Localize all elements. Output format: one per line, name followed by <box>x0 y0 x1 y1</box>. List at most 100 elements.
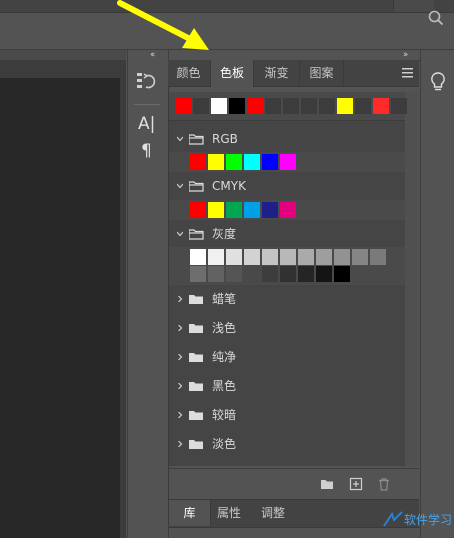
folder-open-icon <box>189 134 204 145</box>
swatch-group-label: 浅色 <box>212 321 237 335</box>
tab-patterns[interactable]: 图案 <box>299 60 344 86</box>
grayscale-swatch[interactable] <box>262 266 278 282</box>
chevron-right-icon[interactable] <box>177 296 183 302</box>
swatch-group-collapsed[interactable]: 较暗 <box>169 401 405 429</box>
tab-color[interactable]: 颜色 <box>168 60 209 86</box>
rgb-swatch[interactable] <box>208 154 224 170</box>
rgb-swatch[interactable] <box>226 154 242 170</box>
cmyk-swatch[interactable] <box>262 202 278 218</box>
cmyk-swatch[interactable] <box>226 202 242 218</box>
grayscale-swatch[interactable] <box>226 249 242 265</box>
chevron-right-icon[interactable] <box>177 412 183 418</box>
recent-swatch[interactable] <box>265 98 281 114</box>
chevron-right-icon[interactable] <box>177 441 183 447</box>
cmyk-swatch[interactable] <box>280 202 296 218</box>
recent-swatch[interactable] <box>301 98 317 114</box>
recent-swatch[interactable] <box>283 98 299 114</box>
recent-swatch[interactable] <box>247 98 263 114</box>
history-icon[interactable] <box>136 70 158 92</box>
chevron-down-icon[interactable] <box>177 136 183 142</box>
grayscale-swatch[interactable] <box>298 249 314 265</box>
rgb-swatch[interactable] <box>244 154 260 170</box>
tab-swatches[interactable]: 色板 <box>210 60 254 87</box>
chevron-right-icon[interactable] <box>177 383 183 389</box>
chevron-right-icon[interactable] <box>177 354 183 360</box>
swatch-group-label: 黑色 <box>212 379 237 393</box>
tab-gradients[interactable]: 渐变 <box>255 60 298 86</box>
folder-icon[interactable] <box>320 477 334 491</box>
dock-divider <box>134 104 160 105</box>
swatch-group-label: 较暗 <box>212 408 237 422</box>
tab-properties[interactable]: 属性 <box>211 500 247 526</box>
scrollbar[interactable] <box>405 92 418 466</box>
grayscale-swatch[interactable] <box>334 266 350 282</box>
folder-icon <box>189 411 203 420</box>
grayscale-swatch[interactable] <box>280 249 296 265</box>
swatch-group-label: 淡色 <box>212 437 237 451</box>
recent-swatch[interactable] <box>337 98 353 114</box>
recent-swatch[interactable] <box>373 98 389 114</box>
recent-swatch[interactable] <box>229 98 245 114</box>
swatch-group-collapsed[interactable]: 黑色 <box>169 372 405 400</box>
recent-swatch[interactable] <box>175 98 191 114</box>
recent-swatch[interactable] <box>211 98 227 114</box>
grayscale-swatch[interactable] <box>190 249 206 265</box>
grayscale-swatch[interactable] <box>244 266 260 282</box>
swatch-group-grayscale[interactable]: 灰度 <box>169 220 405 248</box>
swatch-group-label: CMYK <box>212 179 246 193</box>
folder-icon <box>189 353 203 362</box>
options-bar <box>0 13 454 50</box>
grayscale-swatch[interactable] <box>208 266 224 282</box>
title-bar <box>0 0 454 13</box>
folder-icon <box>189 324 203 333</box>
recent-swatch[interactable] <box>319 98 335 114</box>
swatch-group-cmyk[interactable]: CMYK <box>169 172 405 200</box>
search-icon[interactable] <box>428 10 444 26</box>
cmyk-swatch[interactable] <box>244 202 260 218</box>
grayscale-swatch[interactable] <box>334 249 350 265</box>
chevron-down-icon[interactable] <box>177 183 183 189</box>
recent-swatch[interactable] <box>391 98 407 114</box>
chevron-down-icon[interactable] <box>177 231 183 237</box>
grayscale-swatch[interactable] <box>352 249 368 265</box>
hamburger-menu-icon[interactable] <box>402 68 413 78</box>
folder-icon <box>189 295 203 304</box>
grayscale-swatch[interactable] <box>244 249 260 265</box>
swatch-group-collapsed[interactable]: 纯净 <box>169 343 405 371</box>
swatch-group-rgb[interactable]: RGB <box>169 125 405 153</box>
grayscale-swatch[interactable] <box>280 266 296 282</box>
cmyk-swatch[interactable] <box>208 202 224 218</box>
trash-icon[interactable] <box>377 477 391 491</box>
chevron-right-icon[interactable] <box>177 325 183 331</box>
rgb-swatch[interactable] <box>280 154 296 170</box>
folder-open-icon <box>189 229 204 240</box>
right-panel-dock <box>420 50 454 538</box>
document-tab-strip <box>0 50 126 60</box>
swatch-group-collapsed[interactable]: 浅色 <box>169 314 405 342</box>
swatch-group-collapsed[interactable]: 淡色 <box>169 430 405 458</box>
rgb-swatch[interactable] <box>262 154 278 170</box>
tab-adjustments[interactable]: 调整 <box>250 500 296 526</box>
collapse-right-button[interactable]: ›› <box>403 50 408 60</box>
watermark-text: 软件学习 <box>404 512 452 527</box>
recent-swatch[interactable] <box>193 98 209 114</box>
lightbulb-icon[interactable] <box>429 72 447 92</box>
grayscale-swatch[interactable] <box>208 249 224 265</box>
grayscale-swatch[interactable] <box>370 249 386 265</box>
grayscale-swatch[interactable] <box>190 266 206 282</box>
watermark-logo: 软件学习 <box>380 506 452 534</box>
grayscale-swatch[interactable] <box>262 249 278 265</box>
paragraph-icon[interactable]: ¶ <box>141 141 157 161</box>
grayscale-swatch[interactable] <box>316 249 332 265</box>
add-swatch-icon[interactable] <box>349 477 363 491</box>
document-canvas[interactable] <box>0 78 120 538</box>
cmyk-swatch[interactable] <box>190 202 206 218</box>
rgb-swatch[interactable] <box>190 154 206 170</box>
recent-swatch[interactable] <box>355 98 371 114</box>
character-icon[interactable]: A| <box>138 114 158 134</box>
grayscale-swatch[interactable] <box>226 266 242 282</box>
grayscale-swatch[interactable] <box>298 266 314 282</box>
tab-libraries[interactable]: 库 <box>168 500 211 526</box>
swatch-group-collapsed[interactable]: 蜡笔 <box>169 285 405 313</box>
grayscale-swatch[interactable] <box>316 266 332 282</box>
